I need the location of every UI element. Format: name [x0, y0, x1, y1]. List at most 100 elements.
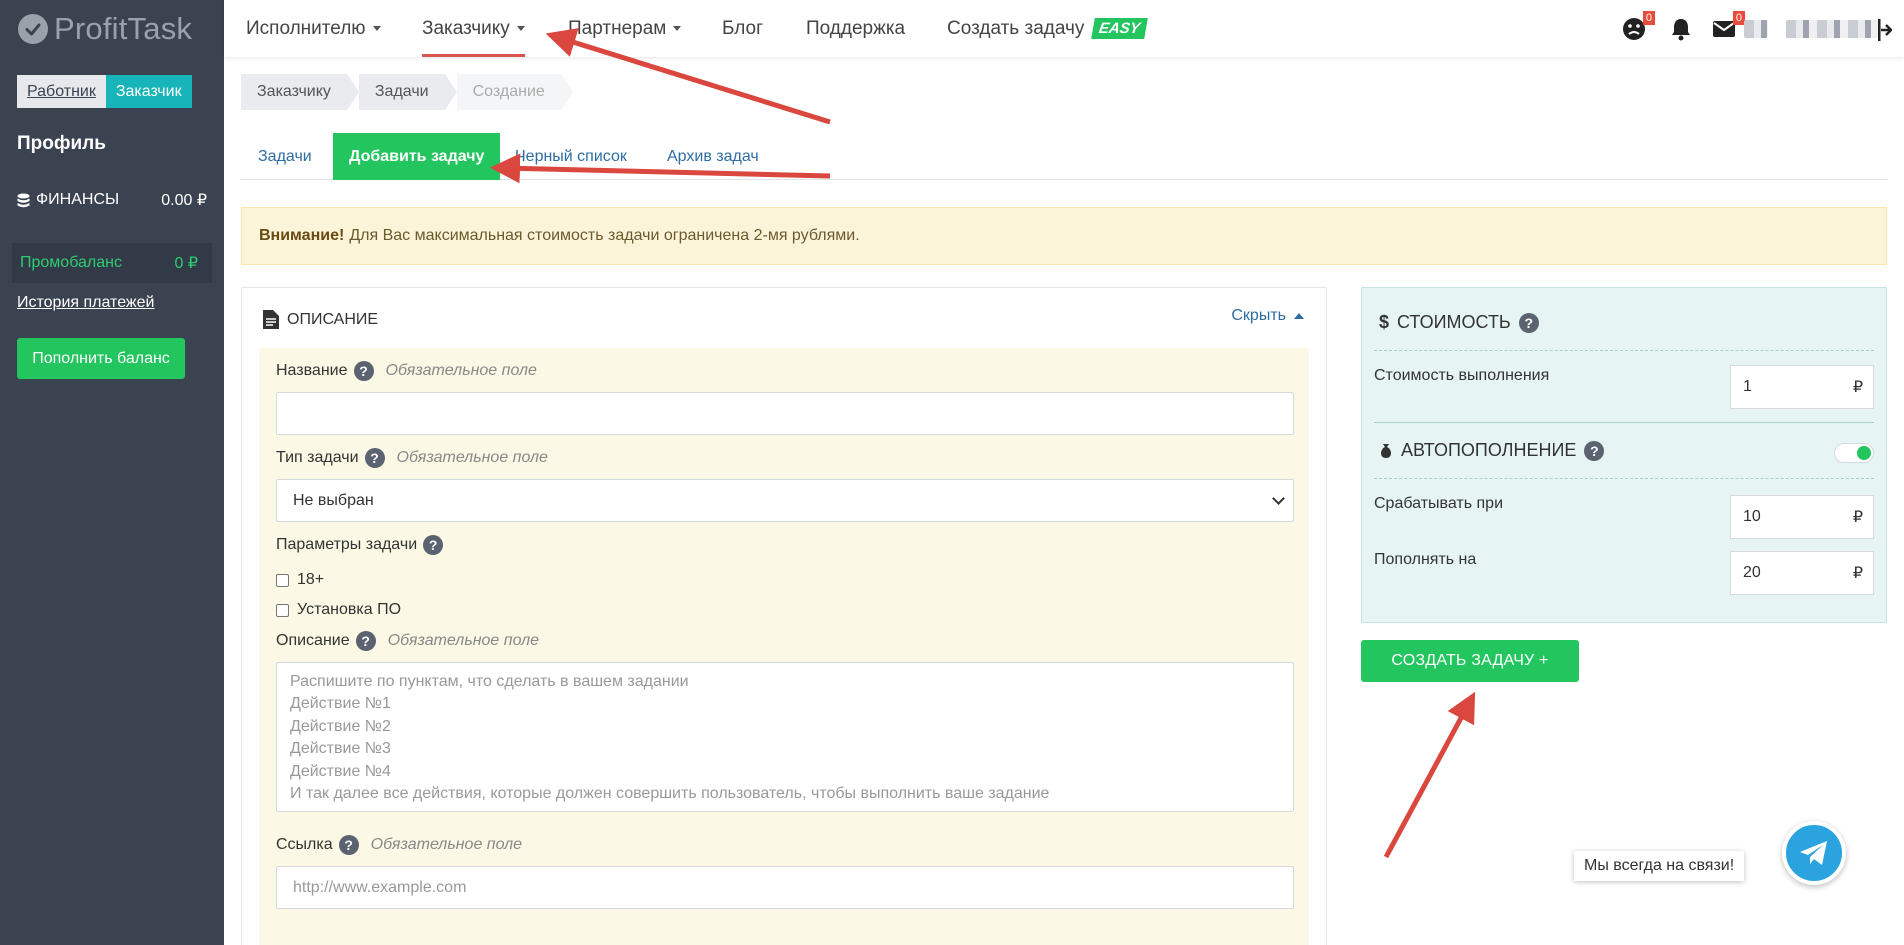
- task-type-select[interactable]: Не выбран: [276, 479, 1294, 522]
- trigger-input[interactable]: 10 ₽: [1730, 495, 1874, 539]
- help-icon[interactable]: ?: [355, 631, 376, 651]
- logout-icon[interactable]: [1878, 19, 1892, 41]
- dollar-icon: $: [1379, 312, 1390, 332]
- warning-alert: Внимание! Для Вас максимальная стоимость…: [241, 207, 1887, 265]
- breadcrumb-tasks[interactable]: Задачи: [358, 74, 457, 110]
- blurred-balance: [1744, 20, 1768, 38]
- tab-archive[interactable]: Архив задач: [667, 133, 759, 180]
- role-customer-button[interactable]: Заказчик: [105, 75, 192, 108]
- exec-cost-value: 1: [1743, 378, 1752, 395]
- telegram-icon: [1800, 841, 1827, 865]
- task-type-value: Не выбран: [293, 491, 374, 509]
- help-icon[interactable]: ?: [423, 535, 444, 555]
- caret-down-icon: [673, 26, 682, 31]
- logo[interactable]: ProfitTask: [0, 0, 224, 57]
- database-icon: [17, 193, 30, 207]
- placeholder-line: Действие №1: [290, 695, 391, 713]
- mail-icon[interactable]: 0: [1711, 11, 1745, 42]
- telegram-button[interactable]: [1782, 821, 1846, 885]
- alert-text: Для Вас максимальная стоимость задачи ог…: [349, 227, 860, 244]
- placeholder-line: Действие №2: [290, 717, 391, 735]
- nav-customer[interactable]: Заказчику: [422, 0, 525, 57]
- frown-icon[interactable]: 0: [1621, 11, 1655, 42]
- finance-row[interactable]: ФИНАНСЫ 0.00 ₽: [17, 190, 207, 210]
- link-input[interactable]: http://www.example.com: [276, 866, 1294, 909]
- description-textarea[interactable]: Распишите по пунктам, что сделать в ваше…: [276, 662, 1294, 812]
- link-label: Ссылка: [276, 836, 333, 853]
- trigger-value: 10: [1743, 508, 1761, 525]
- required-hint: Обязательное поле: [385, 362, 537, 379]
- param-software-label: Установка ПО: [297, 601, 402, 618]
- breadcrumb: Заказчику Задачи Создание: [241, 74, 573, 110]
- desc-label: Описание: [276, 632, 350, 649]
- checkbox[interactable]: [276, 603, 289, 617]
- description-title: ОПИСАНИЕ: [287, 310, 379, 328]
- nav-support[interactable]: Поддержка: [806, 0, 905, 57]
- document-icon: [263, 310, 279, 329]
- nav-partners-label: Партнерам: [568, 17, 667, 39]
- cost-header: $ СТОИМОСТЬ ?: [1379, 312, 1539, 333]
- checkbox[interactable]: [276, 573, 289, 587]
- refill-input[interactable]: 20 ₽: [1730, 551, 1874, 595]
- params-label: Параметры задачи: [276, 536, 418, 553]
- ruble-icon: ₽: [1852, 565, 1863, 582]
- chat-bubble[interactable]: Мы всегда на связи!: [1574, 851, 1745, 881]
- hide-toggle[interactable]: Скрыть: [1231, 307, 1304, 325]
- nav-executor[interactable]: Исполнителю: [246, 0, 381, 57]
- promo-label: Промобаланс: [20, 254, 122, 271]
- nav-blog-label: Блог: [722, 17, 764, 39]
- tab-add-task[interactable]: Добавить задачу: [333, 133, 501, 180]
- name-label-row: Название ? Обязательное поле: [276, 361, 537, 381]
- nav-blog[interactable]: Блог: [722, 0, 763, 57]
- exec-cost-label: Стоимость выполнения: [1374, 367, 1550, 384]
- placeholder-line: Действие №4: [290, 762, 391, 780]
- tab-blacklist[interactable]: Черный список: [515, 133, 627, 180]
- exec-cost-input[interactable]: 1 ₽: [1730, 365, 1874, 409]
- toggle-knob: [1857, 446, 1871, 460]
- type-label-row: Тип задачи ? Обязательное поле: [276, 448, 548, 468]
- trigger-label: Срабатывать при: [1374, 495, 1503, 512]
- param-software-checkbox[interactable]: Установка ПО: [276, 601, 401, 619]
- nav-icons: 0 0: [1504, 0, 1904, 57]
- params-label-row: Параметры задачи ?: [276, 535, 444, 555]
- role-worker-button[interactable]: Работник: [17, 75, 106, 108]
- help-icon[interactable]: ?: [364, 448, 385, 468]
- nav-support-label: Поддержка: [806, 17, 906, 39]
- create-task-button[interactable]: СОЗДАТЬ ЗАДАЧУ +: [1361, 640, 1579, 682]
- topup-button[interactable]: Пополнить баланс: [17, 338, 185, 379]
- refill-value: 20: [1743, 564, 1761, 581]
- top-navigation: Исполнителю Заказчику Партнерам Блог Под…: [224, 0, 1904, 57]
- divider: [1374, 350, 1874, 351]
- annotation-arrow: [1383, 691, 1476, 859]
- ruble-icon: ₽: [1852, 509, 1863, 526]
- type-label: Тип задачи: [276, 449, 359, 466]
- help-icon[interactable]: ?: [1584, 440, 1605, 461]
- param-adult-label: 18+: [297, 571, 325, 588]
- finance-value: 0.00 ₽: [161, 192, 207, 209]
- link-placeholder: http://www.example.com: [293, 878, 467, 896]
- param-adult-checkbox[interactable]: 18+: [276, 571, 324, 589]
- help-icon[interactable]: ?: [338, 835, 359, 855]
- blurred-username[interactable]: [1786, 20, 1878, 38]
- bell-icon[interactable]: [1668, 16, 1694, 42]
- autorefill-toggle[interactable]: [1834, 443, 1874, 463]
- logo-text: ProfitTask: [54, 10, 193, 46]
- placeholder-line: Действие №3: [290, 740, 391, 758]
- required-hint: Обязательное поле: [387, 632, 540, 649]
- autorefill-header: АВТОПОПОЛНЕНИЕ ?: [1379, 440, 1605, 461]
- breadcrumb-customer[interactable]: Заказчику: [241, 74, 359, 110]
- profile-link[interactable]: Профиль: [17, 133, 106, 155]
- help-icon[interactable]: ?: [1518, 312, 1539, 333]
- nav-partners[interactable]: Партнерам: [568, 0, 682, 57]
- cost-title: СТОИМОСТЬ: [1397, 312, 1511, 332]
- help-icon[interactable]: ?: [353, 361, 374, 381]
- tabs: Задачи Добавить задачу Черный список Арх…: [241, 133, 1887, 180]
- nav-create-task-label: Создать задачу: [947, 17, 1085, 39]
- nav-create-task[interactable]: Создать задачу EASY: [947, 0, 1149, 57]
- tab-tasks[interactable]: Задачи: [258, 133, 312, 180]
- required-hint: Обязательное поле: [396, 449, 548, 466]
- payment-history-link[interactable]: История платежей: [17, 294, 154, 312]
- name-input[interactable]: [276, 392, 1294, 435]
- divider: [1374, 422, 1874, 423]
- autorefill-title: АВТОПОПОЛНЕНИЕ: [1401, 440, 1577, 460]
